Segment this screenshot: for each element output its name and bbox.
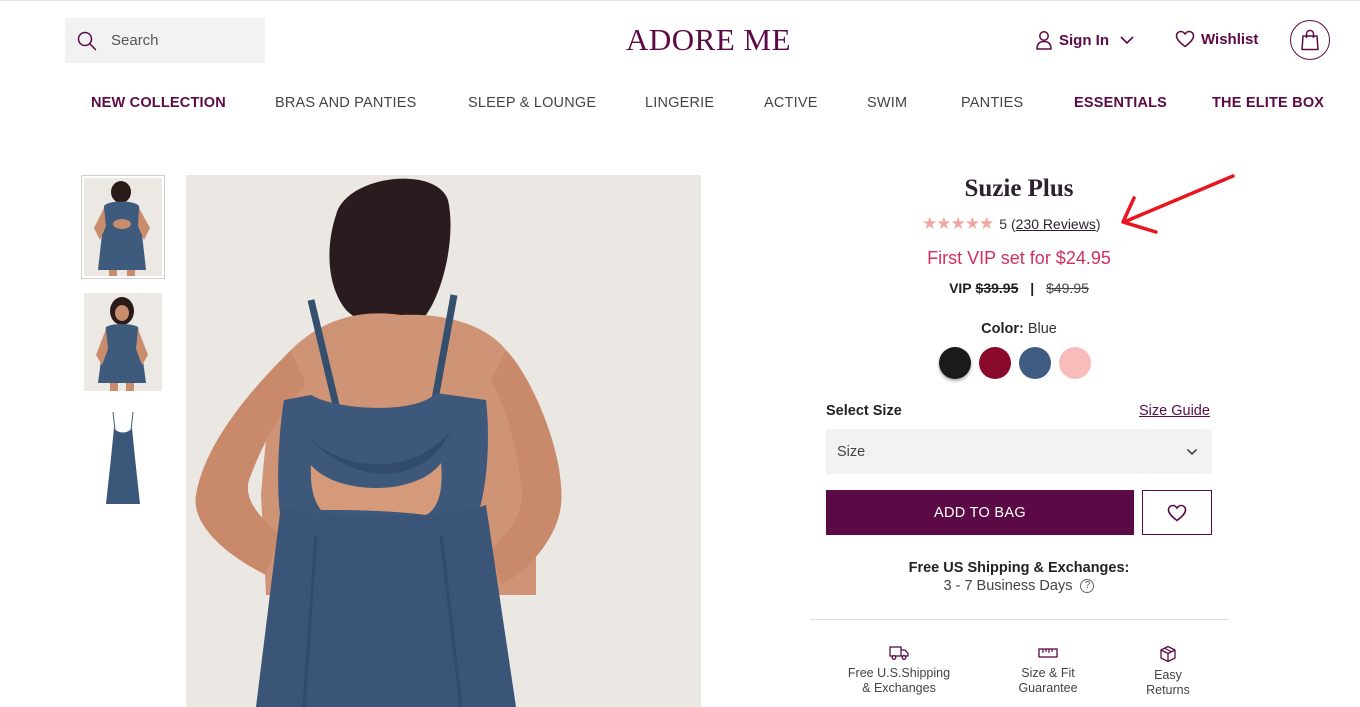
nav-panties[interactable]: PANTIES	[961, 95, 1023, 111]
color-swatch-blue[interactable]	[1019, 347, 1051, 379]
feature-free-shipping: Free U.S.Shipping & Exchanges	[838, 645, 960, 696]
nav-sleep-lounge[interactable]: SLEEP & LOUNGE	[468, 95, 596, 111]
reviews-close-paren: )	[1095, 216, 1101, 232]
nav-active[interactable]: ACTIVE	[764, 95, 818, 111]
nav-the-elite-box[interactable]: THE ELITE BOX	[1212, 95, 1324, 111]
truck-icon	[889, 646, 909, 660]
main-product-image[interactable]	[186, 175, 701, 707]
feature-line: Guarantee	[1018, 681, 1078, 695]
color-swatch-red[interactable]	[979, 347, 1011, 379]
divider	[810, 619, 1229, 620]
thumbnail-back-view[interactable]	[81, 175, 165, 279]
heart-icon	[1167, 504, 1187, 522]
nav-new-collection[interactable]: NEW COLLECTION	[91, 95, 226, 111]
top-border	[0, 0, 1360, 1]
feature-easy-returns: Easy Returns	[1128, 645, 1208, 698]
main-nav: NEW COLLECTION BRAS AND PANTIES SLEEP & …	[0, 95, 1360, 115]
size-guide-link[interactable]: Size Guide	[1139, 403, 1210, 419]
feature-line: & Exchanges	[862, 681, 936, 695]
nav-swim[interactable]: SWIM	[867, 95, 907, 111]
sign-in-label: Sign In	[1059, 31, 1109, 49]
help-icon[interactable]: ?	[1080, 579, 1095, 593]
color-row: Color: Blue	[880, 321, 1158, 337]
ruler-icon	[1038, 648, 1058, 658]
search-box[interactable]	[65, 18, 265, 63]
regular-price: $49.95	[1046, 280, 1089, 296]
thumbnail-front-view[interactable]	[81, 290, 165, 394]
search-icon	[77, 31, 97, 50]
site-logo[interactable]: ADORE ME	[626, 22, 791, 58]
rating-stars: ★★★★★	[922, 214, 994, 233]
thumbnail-front-image	[96, 297, 148, 391]
add-to-wishlist-button[interactable]	[1142, 490, 1212, 535]
color-swatch-black[interactable]	[939, 347, 971, 379]
product-photo	[195, 178, 562, 707]
shipping-days: 3 - 7 Business Days	[943, 578, 1073, 594]
search-input[interactable]	[111, 32, 251, 49]
color-label: Color:	[981, 321, 1024, 337]
color-swatch-pink[interactable]	[1059, 347, 1091, 379]
shipping-title: Free US Shipping & Exchanges:	[908, 560, 1130, 576]
thumbnail-flat-image	[106, 411, 140, 504]
feature-line: Easy	[1154, 668, 1182, 682]
wishlist-button[interactable]: Wishlist	[1175, 30, 1258, 48]
rating-value: 5	[999, 216, 1007, 232]
add-to-bag-button[interactable]: ADD TO BAG	[826, 490, 1134, 535]
feature-line: Size & Fit	[1021, 666, 1075, 680]
thumbnail-back-image	[94, 181, 150, 276]
feature-size-fit: Size & Fit Guarantee	[998, 645, 1098, 696]
vip-price: $39.95	[975, 280, 1019, 296]
vip-promo-text: First VIP set for $24.95	[927, 248, 1111, 268]
size-dropdown-value: Size	[837, 443, 866, 460]
wishlist-label: Wishlist	[1201, 30, 1259, 48]
nav-bras-and-panties[interactable]: BRAS AND PANTIES	[275, 95, 417, 111]
heart-icon	[1175, 30, 1195, 48]
chevron-down-icon	[1186, 448, 1198, 455]
annotation-arrow-icon	[1121, 174, 1235, 234]
shopping-bag-button[interactable]	[1290, 20, 1330, 60]
vip-label: VIP	[949, 280, 972, 296]
nav-lingerie[interactable]: LINGERIE	[645, 95, 714, 111]
rating-row: ★★★★★ 5 ( 230 Reviews )	[922, 214, 1101, 234]
price-row: VIP $39.95 | $49.95	[880, 280, 1158, 296]
sign-in-button[interactable]: Sign In	[1035, 30, 1135, 50]
shopping-bag-icon	[1301, 29, 1319, 51]
chevron-down-icon	[1120, 36, 1134, 45]
reviews-link[interactable]: 230 Reviews	[1016, 216, 1096, 232]
box-icon	[1160, 645, 1176, 663]
thumbnail-flat-view[interactable]	[81, 405, 165, 509]
select-size-label: Select Size	[826, 403, 902, 419]
size-dropdown[interactable]: Size	[826, 429, 1212, 474]
feature-line: Returns	[1146, 683, 1190, 697]
feature-line: Free U.S.Shipping	[847, 666, 951, 680]
user-icon	[1036, 31, 1052, 50]
nav-essentials[interactable]: ESSENTIALS	[1074, 95, 1167, 111]
price-separator: |	[1030, 280, 1035, 296]
color-value: Blue	[1027, 321, 1057, 337]
shipping-days-row: 3 - 7 Business Days ?	[830, 578, 1208, 594]
